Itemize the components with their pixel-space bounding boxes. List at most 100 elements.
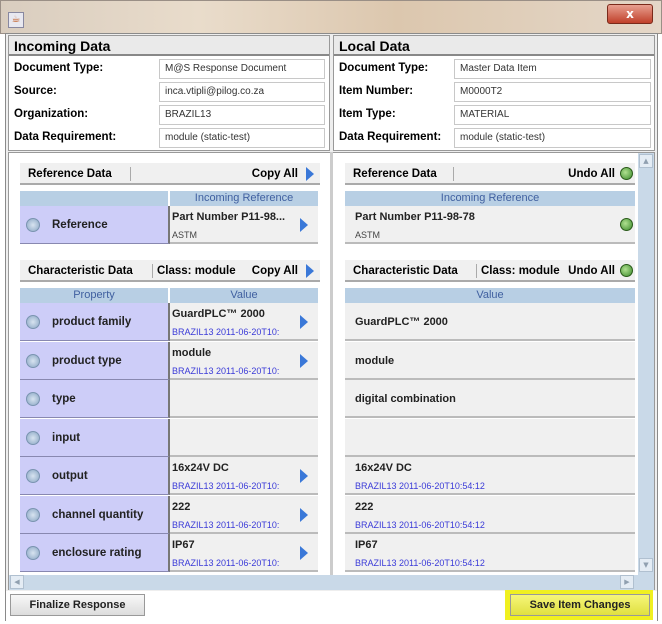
copy-arrow-icon[interactable] bbox=[300, 546, 308, 560]
value-text: 16x24V DC bbox=[172, 462, 229, 474]
undo-all-characteristics-button[interactable]: Undo All bbox=[568, 260, 615, 282]
copy-all-characteristics-button[interactable]: Copy All bbox=[252, 260, 298, 282]
field-value[interactable]: M0000T2 bbox=[454, 82, 651, 102]
field-value[interactable]: MATERIAL bbox=[454, 105, 651, 125]
copy-arrow-icon[interactable] bbox=[306, 167, 314, 181]
value-source: BRAZIL13 2011-06-20T10: bbox=[172, 327, 280, 337]
local-value-cell: module bbox=[345, 341, 635, 380]
close-button[interactable]: x bbox=[607, 4, 653, 24]
property-name: input bbox=[52, 431, 81, 444]
undo-all-reference-button[interactable]: Undo All bbox=[568, 163, 615, 185]
value-source: BRAZIL13 2011-06-20T10:54:12 bbox=[355, 519, 485, 530]
incoming-value-cell: 222 BRAZIL13 2011-06-20T10: bbox=[170, 495, 318, 534]
property-cell: product family bbox=[20, 303, 170, 341]
value-text: GuardPLC™ 2000 bbox=[172, 308, 265, 320]
info-icon[interactable] bbox=[26, 315, 40, 329]
copy-arrow-icon[interactable] bbox=[300, 469, 308, 483]
local-value-cell: 16x24V DC BRAZIL13 2011-06-20T10:54:12 bbox=[345, 457, 635, 495]
field-label: Document Type: bbox=[14, 62, 104, 74]
scroll-right-button[interactable]: ▶ bbox=[620, 575, 634, 589]
separator bbox=[476, 264, 477, 278]
property-column-header: Property bbox=[20, 288, 168, 303]
field-value[interactable]: M@S Response Document bbox=[159, 59, 325, 79]
value-source: BRAZIL13 2011-06-20T10:54:12 bbox=[355, 481, 485, 491]
property-name: product type bbox=[52, 354, 122, 367]
table-header-blank bbox=[20, 191, 168, 206]
title-bar bbox=[0, 0, 662, 34]
value-text: 222 bbox=[355, 500, 374, 513]
property-cell: type bbox=[20, 380, 170, 418]
reference-value: Part Number P11-98-78 bbox=[355, 211, 475, 223]
save-item-changes-button[interactable]: Save Item Changes bbox=[510, 594, 650, 616]
scroll-up-button[interactable]: ▲ bbox=[639, 154, 653, 168]
reference-value-cell: Part Number P11-98... ASTM bbox=[170, 206, 318, 244]
info-icon[interactable] bbox=[26, 392, 40, 406]
info-icon[interactable] bbox=[26, 353, 40, 368]
incoming-value-cell bbox=[170, 380, 318, 418]
local-reference-cell: Part Number P11-98-78 ASTM bbox=[345, 206, 635, 244]
incoming-data-title: Incoming Data bbox=[9, 36, 329, 56]
vertical-scrollbar[interactable] bbox=[638, 153, 654, 575]
property-cell: enclosure rating bbox=[20, 534, 170, 572]
field-value[interactable]: BRAZIL13 bbox=[159, 105, 325, 125]
property-name: enclosure rating bbox=[52, 547, 142, 559]
copy-arrow-icon[interactable] bbox=[300, 507, 308, 522]
value-text: module bbox=[172, 346, 212, 359]
local-data-panel: Local Data Document Type: Master Data Ite… bbox=[333, 35, 655, 151]
copy-arrow-icon[interactable] bbox=[300, 353, 308, 368]
incoming-reference-header: Reference Data Copy All bbox=[20, 163, 320, 185]
horizontal-scrollbar[interactable] bbox=[9, 575, 654, 590]
reference-label: Reference bbox=[52, 219, 108, 231]
finalize-response-button[interactable]: Finalize Response bbox=[10, 594, 145, 616]
reference-value: Part Number P11-98... bbox=[172, 211, 286, 223]
property-name: output bbox=[52, 470, 88, 482]
field-label: Source: bbox=[14, 85, 57, 97]
field-value[interactable]: module (static-test) bbox=[454, 128, 651, 148]
field-label: Organization: bbox=[14, 108, 89, 120]
incoming-value-cell: IP67 BRAZIL13 2011-06-20T10: bbox=[170, 534, 318, 572]
incoming-characteristic-header: Characteristic Data Class: module Copy A… bbox=[20, 260, 320, 282]
local-reference-header: Reference Data Undo All bbox=[345, 163, 635, 185]
scroll-left-button[interactable]: ◀ bbox=[10, 575, 24, 589]
incoming-value-cell: 16x24V DC BRAZIL13 2011-06-20T10: bbox=[170, 457, 318, 495]
undo-icon[interactable] bbox=[620, 167, 633, 180]
field-label: Item Type: bbox=[339, 108, 396, 120]
field-value[interactable]: Master Data Item bbox=[454, 59, 651, 79]
incoming-data-panel: Incoming Data Document Type: M@S Response… bbox=[8, 35, 330, 151]
value-source: BRAZIL13 2011-06-20T10: bbox=[172, 558, 280, 568]
field-label: Data Requirement: bbox=[339, 131, 442, 143]
field-value[interactable]: module (static-test) bbox=[159, 128, 325, 148]
field-label: Document Type: bbox=[339, 62, 429, 74]
value-source: BRAZIL13 2011-06-20T10: bbox=[172, 519, 280, 530]
copy-all-reference-button[interactable]: Copy All bbox=[252, 163, 298, 185]
undo-icon[interactable] bbox=[620, 264, 633, 277]
incoming-value-cell: module BRAZIL13 2011-06-20T10: bbox=[170, 341, 318, 380]
local-value-cell: IP67 BRAZIL13 2011-06-20T10:54:12 bbox=[345, 534, 635, 572]
property-cell: output bbox=[20, 457, 170, 495]
value-text: IP67 bbox=[172, 539, 195, 551]
info-icon[interactable] bbox=[26, 546, 40, 560]
copy-arrow-icon[interactable] bbox=[306, 264, 314, 278]
undo-icon[interactable] bbox=[620, 218, 633, 231]
scroll-down-button[interactable]: ▼ bbox=[639, 558, 653, 572]
characteristic-data-title: Characteristic Data bbox=[353, 265, 458, 277]
property-cell: input bbox=[20, 418, 170, 457]
field-label: Item Number: bbox=[339, 85, 414, 97]
property-cell: product type bbox=[20, 341, 170, 380]
reference-data-title: Reference Data bbox=[28, 168, 112, 180]
local-data-title: Local Data bbox=[334, 36, 654, 56]
copy-arrow-icon[interactable] bbox=[300, 315, 308, 329]
separator bbox=[130, 167, 131, 181]
copy-arrow-icon[interactable] bbox=[300, 218, 308, 232]
local-value-cell bbox=[345, 418, 635, 457]
info-icon[interactable] bbox=[26, 469, 40, 483]
reference-standard: ASTM bbox=[172, 230, 198, 240]
info-icon[interactable] bbox=[26, 507, 40, 522]
value-text: digital combination bbox=[355, 393, 456, 405]
info-icon[interactable] bbox=[26, 430, 40, 445]
property-name: product family bbox=[52, 316, 132, 328]
info-icon[interactable] bbox=[26, 218, 40, 232]
property-name: channel quantity bbox=[52, 508, 144, 521]
value-source: BRAZIL13 2011-06-20T10: bbox=[172, 365, 280, 376]
field-value[interactable]: inca.vtipli@pilog.co.za bbox=[159, 82, 325, 102]
